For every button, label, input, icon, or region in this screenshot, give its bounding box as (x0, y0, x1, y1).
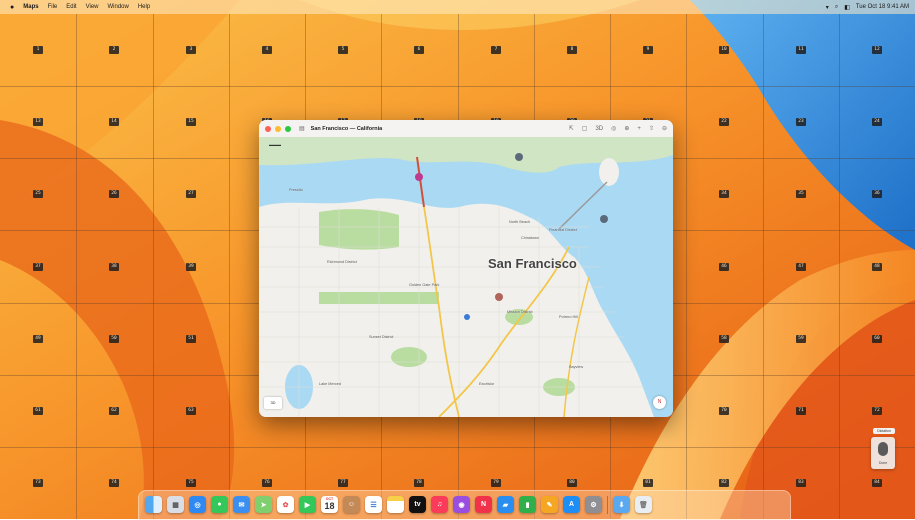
menu-bar: ● Maps File Edit View Window Help ▾ ⌕ ◧ … (0, 0, 915, 14)
podcasts-icon[interactable]: ◉ (453, 496, 470, 513)
menu-window[interactable]: Window (108, 4, 129, 10)
map-neighborhood-label: Lake Merced (319, 382, 341, 386)
dictation-tooltip: Dictation (873, 428, 895, 434)
zoom-in-icon[interactable]: + (637, 126, 641, 132)
directions-icon[interactable]: ⇱ (569, 125, 574, 132)
map-scale-bar: ▬▬▬ (269, 142, 281, 147)
pages-icon[interactable]: ✎ (541, 496, 558, 513)
launchpad-icon[interactable]: ▦ (167, 496, 184, 513)
map-neighborhood-label: Chinatown (521, 236, 539, 240)
messages-icon[interactable]: ● (211, 496, 228, 513)
photos-icon[interactable]: ✿ (277, 496, 294, 513)
map-neighborhood-label: Financial District (549, 228, 577, 232)
map-neighborhood-label: Potrero Hill (559, 315, 578, 319)
calendar-icon[interactable]: OCT 18 (321, 496, 338, 513)
apple-menu-icon[interactable]: ● (10, 4, 14, 11)
finder-icon[interactable] (145, 496, 162, 513)
window-titlebar[interactable]: ▤ San Francisco — California ⇱ ▢ 3D ◎ ⊕ … (259, 120, 673, 138)
contacts-icon[interactable]: ☺ (343, 496, 360, 513)
map-neighborhood-label: Excelsior (479, 382, 495, 386)
safari-icon[interactable]: ◎ (189, 496, 206, 513)
menu-help[interactable]: Help (138, 4, 150, 10)
close-button[interactable] (265, 125, 271, 132)
dictation-widget[interactable]: Dictation Done (869, 428, 897, 471)
search-icon[interactable]: ⌕ (835, 4, 838, 11)
system-settings-icon[interactable]: ⚙ (585, 496, 602, 513)
sidebar-toggle-icon[interactable]: ▤ (299, 125, 305, 132)
map-city-label: San Francisco (488, 256, 577, 271)
facetime-icon[interactable]: ▶ (299, 496, 316, 513)
maps-window[interactable]: ▤ San Francisco — California ⇱ ▢ 3D ◎ ⊕ … (259, 120, 673, 417)
microphone-icon[interactable] (878, 442, 888, 456)
notes-icon[interactable] (387, 496, 404, 513)
minimize-button[interactable] (275, 125, 281, 132)
map-neighborhood-label: Mission District (507, 310, 533, 314)
trash-icon[interactable]: 🗑 (635, 496, 652, 513)
map-canvas[interactable] (259, 137, 673, 417)
menu-view[interactable]: View (86, 4, 99, 10)
dictation-done-label[interactable]: Done (871, 461, 895, 465)
lookaround-icon[interactable]: ⊕ (624, 125, 629, 132)
map-neighborhood-label: Presidio (289, 188, 303, 192)
map-neighborhood-label: Bayview (569, 365, 584, 369)
map-3d-toggle[interactable]: 3D (264, 397, 282, 409)
maps-icon[interactable]: ➤ (255, 496, 272, 513)
map-neighborhood-label: North Beach (509, 220, 531, 224)
dictation-panel[interactable]: Done (871, 437, 895, 469)
news-icon[interactable]: N (475, 496, 492, 513)
zoom-button[interactable] (285, 125, 291, 132)
location-icon[interactable]: ◎ (611, 125, 616, 132)
wifi-icon[interactable]: ▾ (826, 4, 829, 11)
numbers-icon[interactable]: ▮ (519, 496, 536, 513)
3d-button[interactable]: 3D (595, 126, 603, 132)
menu-file[interactable]: File (48, 4, 58, 10)
mail-icon[interactable]: ✉ (233, 496, 250, 513)
music-icon[interactable]: ♫ (431, 496, 448, 513)
zoom-out-icon[interactable]: ⊖ (662, 125, 667, 132)
menu-app-name[interactable]: Maps (23, 4, 38, 10)
tv-icon[interactable]: tv (409, 496, 426, 513)
dock: ▦ ◎ ● ✉ ➤ ✿ ▶ OCT 18 ☺ ☰ tv ♫ ◉ N ▰ ▮ ✎ … (138, 490, 791, 520)
menu-edit[interactable]: Edit (66, 4, 76, 10)
window-title: San Francisco — California (310, 125, 383, 132)
share-icon[interactable]: ⇧ (649, 125, 654, 132)
calendar-day: 18 (324, 501, 335, 511)
control-center-icon[interactable]: ◧ (844, 4, 850, 11)
map-neighborhood-label: Richmond District (327, 260, 357, 264)
reminders-icon[interactable]: ☰ (365, 496, 382, 513)
compass-icon[interactable]: N (653, 396, 666, 409)
dock-separator (607, 496, 608, 514)
map-neighborhood-label: Sunset District (369, 335, 394, 339)
downloads-folder-icon[interactable]: ⬇ (613, 496, 630, 513)
app-store-icon[interactable]: A (563, 496, 580, 513)
map-mode-icon[interactable]: ▢ (582, 125, 588, 132)
map-neighborhood-label: Golden Gate Park (409, 283, 440, 287)
menu-clock[interactable]: Tue Oct 18 9:41 AM (856, 4, 909, 10)
keynote-icon[interactable]: ▰ (497, 496, 514, 513)
